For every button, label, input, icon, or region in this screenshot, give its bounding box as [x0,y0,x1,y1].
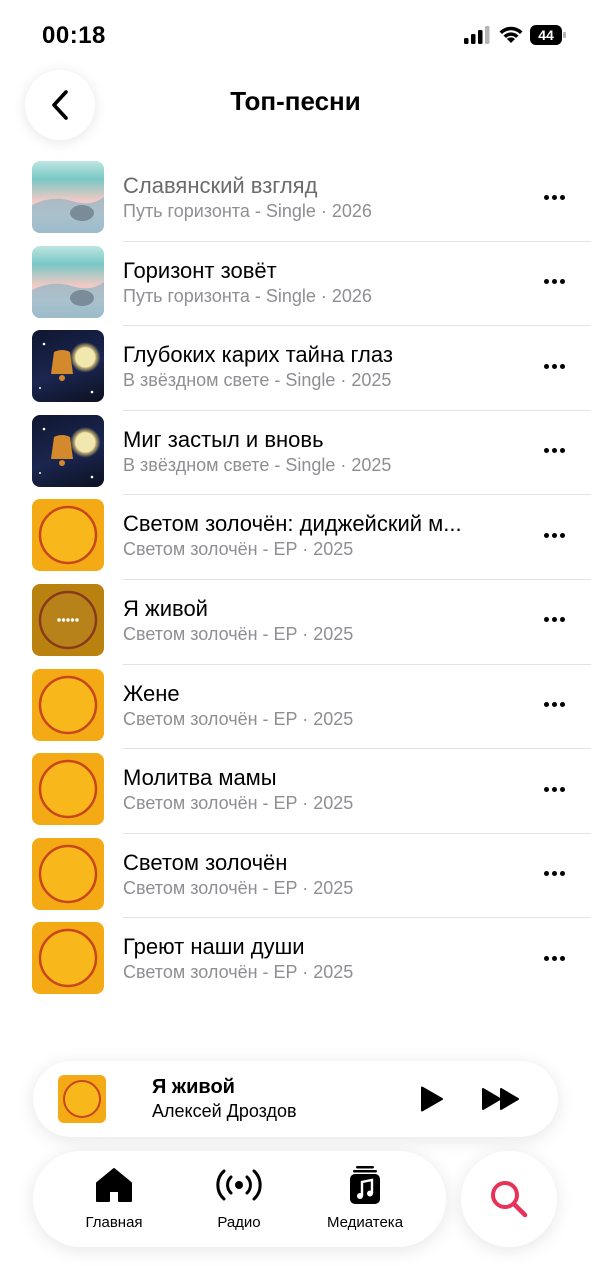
song-title: Греют наши души [123,934,305,960]
play-icon[interactable] [419,1086,445,1112]
album-art [32,583,104,656]
album-art [32,668,104,741]
song-title: Я живой [123,595,208,621]
more-options-icon[interactable] [538,862,570,886]
status-time: 00:18 [42,22,106,49]
battery-icon: 44 [530,25,566,45]
tab-label: Главная [85,1214,143,1231]
song-row[interactable]: Горизонт зовёт Путь горизонта - Single ·… [0,242,591,327]
home-icon [96,1168,132,1202]
song-row[interactable]: Греют наши души Светом золочён - EP · 20… [0,918,591,1003]
mini-player-title: Я живой [152,1076,235,1098]
more-options-icon[interactable] [538,185,570,209]
tab-home[interactable]: Главная [59,1165,169,1231]
song-subtitle: Путь горизонта - Single · 2026 [123,285,372,306]
song-title: Светом золочён [123,849,288,875]
album-art [32,414,104,487]
battery-level: 44 [530,25,562,45]
page-title: Топ-песни [230,86,361,116]
song-subtitle: Светом золочён - EP · 2025 [123,962,354,983]
tab-label: Радио [217,1214,261,1231]
song-title: Славянский взгляд [123,173,318,198]
song-subtitle: В звёздном свете - Single · 2025 [123,454,392,475]
more-options-icon[interactable] [538,270,570,294]
song-row[interactable]: Я живой Светом золочён - EP · 2025 [0,580,591,665]
song-subtitle: Светом золочён - EP · 2025 [123,623,354,644]
more-options-icon[interactable] [538,946,570,970]
song-subtitle: Светом золочён - EP · 2025 [123,539,354,560]
more-options-icon[interactable] [538,523,570,547]
more-options-icon[interactable] [538,439,570,463]
album-art [32,922,104,995]
song-title: Миг застыл и вновь [123,426,324,452]
mini-player[interactable]: Я живой Алексей Дроздов [33,1061,558,1137]
song-title: Горизонт зовёт [123,257,277,283]
library-icon [350,1166,380,1204]
song-list: Славянский взгляд Путь горизонта - Singl… [0,157,591,1003]
song-row[interactable]: Светом золочён Светом золочён - EP · 202… [0,834,591,919]
song-title: Молитва мамы [123,765,277,791]
more-options-icon[interactable] [538,354,570,378]
song-subtitle: Путь горизонта - Single · 2026 [123,201,372,221]
more-options-icon[interactable] [538,777,570,801]
radio-icon [216,1169,262,1201]
fast-forward-icon[interactable] [481,1087,521,1111]
tab-bar: Главная Радио Медиатека [33,1151,446,1247]
album-art [32,330,104,403]
more-options-icon[interactable] [538,693,570,717]
album-art [32,753,104,826]
album-art [32,837,104,910]
song-subtitle: Светом золочён - EP · 2025 [123,708,354,729]
album-art [32,499,104,572]
song-row[interactable]: Глубоких карих тайна глаз В звёздном све… [0,326,591,411]
more-options-icon[interactable] [538,608,570,632]
wifi-icon [499,26,523,43]
song-subtitle: В звёздном свете - Single · 2025 [123,370,392,391]
song-row[interactable]: Светом золочён: диджейский м... Светом з… [0,495,591,580]
search-button[interactable] [461,1151,557,1247]
mini-player-artist: Алексей Дроздов [152,1101,297,1121]
song-title: Глубоких карих тайна глаз [123,342,393,368]
song-row[interactable]: Молитва мамы Светом золочён - EP · 2025 [0,749,591,834]
song-row[interactable]: Славянский взгляд Путь горизонта - Singl… [0,157,591,242]
album-art [32,161,104,233]
song-row[interactable]: Миг застыл и вновь В звёздном свете - Si… [0,411,591,496]
album-art [32,245,104,318]
tab-label: Медиатека [326,1214,404,1231]
song-subtitle: Светом золочён - EP · 2025 [123,793,354,814]
mini-player-art [58,1075,106,1123]
song-title: Светом золочён: диджейский м... [123,511,462,537]
song-row[interactable]: Жене Светом золочён - EP · 2025 [0,665,591,750]
cellular-signal-icon [464,26,490,44]
search-icon [491,1181,528,1218]
tab-radio[interactable]: Радио [184,1165,294,1231]
status-bar: 00:18 44 [0,0,591,70]
tab-library[interactable]: Медиатека [310,1165,420,1231]
song-subtitle: Светом золочён - EP · 2025 [123,877,354,898]
song-title: Жене [123,680,180,706]
